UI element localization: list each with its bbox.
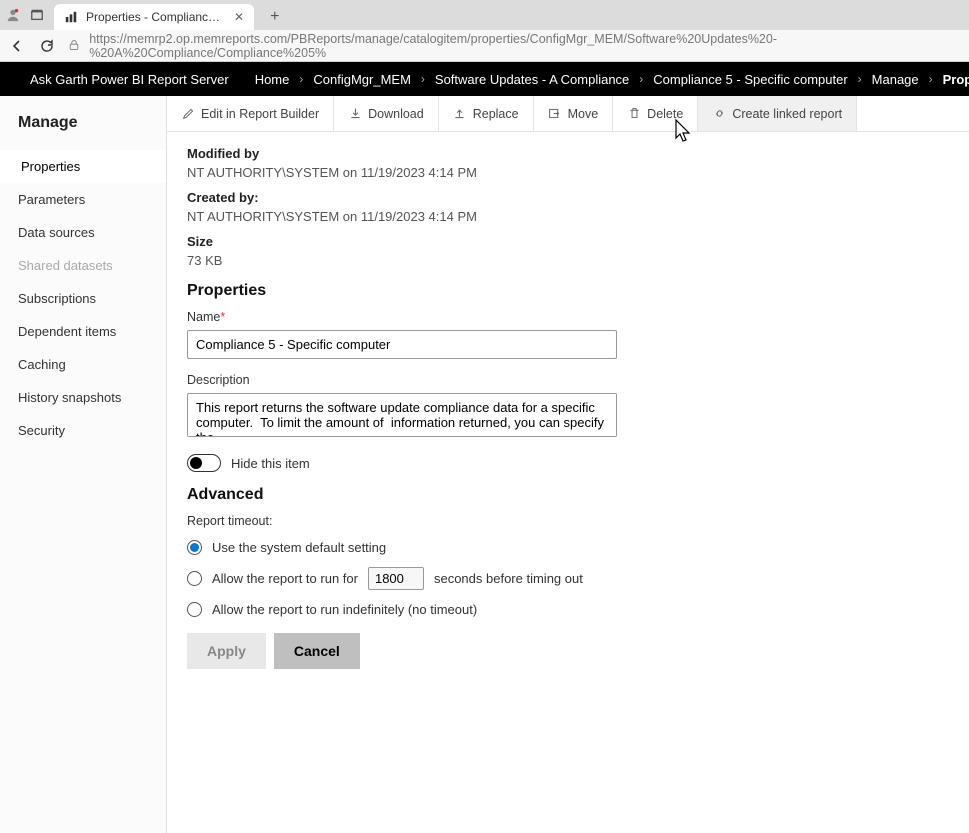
- toolbar-label: Move: [568, 107, 599, 121]
- sidebar-item-label: Shared datasets: [18, 258, 113, 273]
- tab-title: Properties - Compliance 5 - Spec: [86, 10, 226, 24]
- sidebar-item-label: Caching: [18, 357, 66, 372]
- refresh-button[interactable]: [38, 37, 56, 55]
- description-label: Description: [187, 373, 949, 387]
- create-linked-report-button[interactable]: Create linked report: [698, 96, 857, 131]
- download-icon: [348, 107, 362, 121]
- chevron-right-icon: ›: [299, 72, 303, 86]
- brand-title[interactable]: Ask Garth Power BI Report Server: [30, 72, 229, 87]
- move-icon: [548, 107, 562, 121]
- sidebar-item-label: Properties: [21, 159, 80, 174]
- size-value: 73 KB: [187, 253, 949, 268]
- tab-close-icon[interactable]: ✕: [234, 10, 244, 24]
- chevron-right-icon: ›: [929, 72, 933, 86]
- chevron-right-icon: ›: [421, 72, 425, 86]
- report-timeout-label: Report timeout:: [187, 514, 949, 528]
- hide-item-toggle[interactable]: [187, 454, 221, 472]
- timeout-default-radio[interactable]: [187, 540, 202, 555]
- action-toolbar: Edit in Report Builder Download Replace …: [167, 96, 969, 132]
- chevron-right-icon: ›: [639, 72, 643, 86]
- sidebar-item-label: Dependent items: [18, 324, 116, 339]
- browser-toolbar: https://memrp2.op.memreports.com/PBRepor…: [0, 30, 969, 62]
- sidebar-item-label: Data sources: [18, 225, 95, 240]
- timeout-seconds-input[interactable]: [368, 567, 424, 590]
- timeout-indef-radio[interactable]: [187, 602, 202, 617]
- sidebar-item-label: Security: [18, 423, 65, 438]
- browser-tab-strip: Properties - Compliance 5 - Spec ✕ +: [0, 0, 969, 30]
- replace-button[interactable]: Replace: [439, 96, 534, 131]
- sidebar-title: Manage: [0, 96, 166, 150]
- tabs-overview-icon[interactable]: [30, 8, 44, 22]
- timeout-default-label: Use the system default setting: [212, 540, 386, 555]
- profile-icon[interactable]: [6, 8, 20, 22]
- lock-icon: [68, 39, 81, 53]
- sidebar-item-label: Subscriptions: [18, 291, 96, 306]
- sidebar-item-subscriptions[interactable]: Subscriptions: [0, 282, 166, 315]
- powerbi-favicon-icon: [64, 10, 78, 24]
- link-icon: [712, 107, 726, 121]
- created-by-label: Created by:: [187, 190, 949, 205]
- edit-in-report-builder-button[interactable]: Edit in Report Builder: [167, 96, 334, 131]
- apply-button[interactable]: Apply: [187, 633, 266, 669]
- toolbar-label: Replace: [473, 107, 519, 121]
- url-text: https://memrp2.op.memreports.com/PBRepor…: [89, 32, 961, 60]
- timeout-indef-label: Allow the report to run indefinitely (no…: [212, 602, 477, 617]
- crumb-compliance5[interactable]: Compliance 5 - Specific computer: [653, 72, 847, 87]
- crumb-manage[interactable]: Manage: [872, 72, 919, 87]
- sidebar-item-dependentitems[interactable]: Dependent items: [0, 315, 166, 348]
- pencil-icon: [181, 107, 195, 121]
- cancel-button[interactable]: Cancel: [274, 633, 360, 669]
- sidebar-item-parameters[interactable]: Parameters: [0, 183, 166, 216]
- modified-by-value: NT AUTHORITY\SYSTEM on 11/19/2023 4:14 P…: [187, 165, 949, 180]
- manage-sidebar: Manage Properties Parameters Data source…: [0, 96, 167, 833]
- crumb-properties: Properties: [943, 72, 969, 87]
- sidebar-item-shareddatasets: Shared datasets: [0, 249, 166, 282]
- download-button[interactable]: Download: [334, 96, 439, 131]
- toolbar-label: Edit in Report Builder: [201, 107, 319, 121]
- crumb-configmgr[interactable]: ConfigMgr_MEM: [313, 72, 411, 87]
- timeout-runfor-radio[interactable]: [187, 571, 202, 586]
- size-label: Size: [187, 234, 949, 249]
- delete-button[interactable]: Delete: [613, 96, 698, 131]
- sidebar-item-datasources[interactable]: Data sources: [0, 216, 166, 249]
- sidebar-item-security[interactable]: Security: [0, 414, 166, 447]
- move-button[interactable]: Move: [534, 96, 614, 131]
- sidebar-item-caching[interactable]: Caching: [0, 348, 166, 381]
- sidebar-item-historysnapshots[interactable]: History snapshots: [0, 381, 166, 414]
- sidebar-item-label: Parameters: [18, 192, 85, 207]
- new-tab-button[interactable]: +: [264, 8, 285, 26]
- breadcrumb: Ask Garth Power BI Report Server Home › …: [0, 62, 969, 96]
- crumb-home[interactable]: Home: [255, 72, 290, 87]
- sidebar-item-label: History snapshots: [18, 390, 121, 405]
- timeout-runfor-pre: Allow the report to run for: [212, 571, 358, 586]
- modified-by-label: Modified by: [187, 146, 949, 161]
- description-textarea[interactable]: [187, 393, 617, 437]
- sidebar-item-properties[interactable]: Properties: [0, 150, 166, 183]
- toolbar-label: Create linked report: [732, 107, 842, 121]
- toolbar-label: Delete: [647, 107, 683, 121]
- trash-icon: [627, 107, 641, 121]
- browser-tab[interactable]: Properties - Compliance 5 - Spec ✕: [54, 4, 254, 30]
- crumb-softwareupdates[interactable]: Software Updates - A Compliance: [435, 72, 629, 87]
- advanced-heading: Advanced: [187, 486, 949, 504]
- back-button[interactable]: [8, 37, 26, 55]
- name-label: Name*: [187, 310, 949, 324]
- toolbar-label: Download: [368, 107, 424, 121]
- name-input[interactable]: [187, 330, 617, 359]
- created-by-value: NT AUTHORITY\SYSTEM on 11/19/2023 4:14 P…: [187, 209, 949, 224]
- properties-heading: Properties: [187, 282, 949, 300]
- upload-icon: [453, 107, 467, 121]
- hide-item-label: Hide this item: [231, 456, 310, 471]
- timeout-runfor-post: seconds before timing out: [434, 571, 583, 586]
- address-bar[interactable]: https://memrp2.op.memreports.com/PBRepor…: [68, 32, 961, 60]
- chevron-right-icon: ›: [858, 72, 862, 86]
